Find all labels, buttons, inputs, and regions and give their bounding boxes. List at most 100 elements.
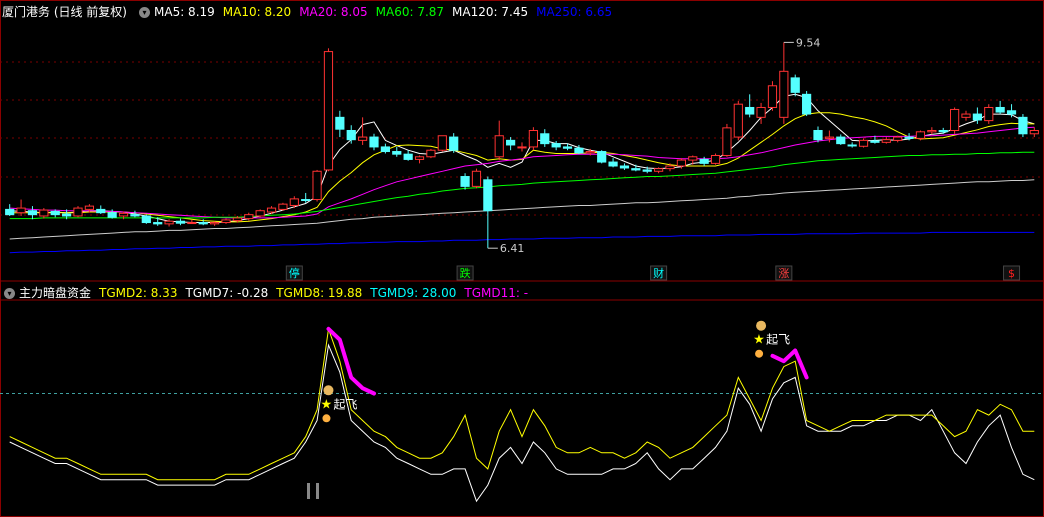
tgmd8-label: TGMD8: 19.88 [276, 286, 363, 300]
ma120-label: MA120: 7.45 [452, 5, 529, 19]
candle-body-up [517, 146, 527, 149]
candle-body-down [813, 129, 823, 141]
signal-label: 起飞 [333, 397, 357, 411]
candle-body-up [266, 207, 277, 213]
candle-body-down [790, 77, 800, 93]
star-icon: ★ [753, 333, 765, 348]
candle-body-down [369, 136, 379, 148]
candle-body-down [619, 165, 630, 169]
money-bag-icon [323, 385, 334, 396]
candle-body-up [221, 219, 231, 224]
candle-body-down [904, 136, 914, 139]
candle-body-down [346, 129, 356, 141]
event-marker-label: 财 [653, 266, 664, 280]
candle-body-up [893, 136, 903, 141]
candle-body-up [232, 217, 242, 222]
candle-body-down [938, 129, 948, 133]
event-marker-label: 停 [289, 266, 300, 280]
candle-body-up [187, 222, 197, 225]
candle-body-up [722, 127, 732, 156]
ma60-label: MA60: 7.87 [375, 5, 445, 19]
candle-body-up [244, 214, 254, 220]
candle-body-down [574, 147, 584, 154]
candle-body-up [437, 135, 447, 151]
candle-body-up [767, 85, 778, 108]
candle-body-down [175, 220, 186, 224]
candle-body-up [665, 165, 675, 170]
candle-body-down [403, 153, 413, 160]
candle-body-down [631, 168, 641, 171]
candle-body-up [494, 135, 504, 158]
candle-body-up [915, 131, 926, 139]
stock-chart: 9.546.41停跌财涨 $★ 起飞★ 起飞 [0, 0, 1044, 517]
ma-line-ma10 [9, 112, 1035, 223]
candle-body-up [961, 113, 971, 118]
tgmd7-label: TGMD7: -0.28 [185, 286, 269, 300]
candle-body-up [927, 129, 937, 133]
candle-body-down [540, 133, 550, 145]
candle-body-up [779, 70, 789, 118]
candle-body-down [460, 176, 470, 187]
candle-body-up [654, 168, 664, 172]
candle-body-up [323, 51, 334, 171]
chart-border [0, 0, 1044, 517]
candle-body-down [597, 151, 607, 163]
candle-body-down [642, 169, 652, 172]
candle-body-down [107, 212, 117, 218]
candle-body-down [5, 208, 15, 216]
candle-body-down [392, 151, 402, 155]
indicator-title[interactable]: 主力暗盘资金 [19, 284, 91, 302]
candle-body-up [1029, 129, 1039, 135]
candle-body-up [39, 209, 49, 217]
candle-body-down [153, 222, 163, 225]
stock-title[interactable]: 厦门港务 (日线 前复权) [2, 3, 127, 21]
candle-body-up [255, 210, 265, 217]
candle-body-up [688, 156, 698, 161]
candle-body-down [551, 143, 561, 148]
pause-bar-icon [316, 483, 319, 499]
candle-body-down [802, 93, 812, 115]
candle-body-up [984, 106, 994, 122]
price-annotation-label: 9.54 [796, 36, 821, 49]
candle-body-up [289, 198, 299, 206]
candle-body-down [62, 213, 72, 217]
candle-body-down [198, 222, 208, 225]
candle-body-up [528, 129, 538, 148]
indicator-settings-icon[interactable]: ▾ [4, 287, 15, 299]
candle-body-down [972, 113, 982, 121]
settings-icon[interactable]: ▾ [139, 6, 150, 18]
ma5-label: MA5: 8.19 [154, 5, 215, 19]
candle-body-down [301, 199, 311, 202]
ma-line-ma20 [9, 126, 1035, 219]
candle-body-up [426, 149, 436, 158]
candle-body-down [847, 144, 857, 147]
candle-body-up [312, 170, 322, 201]
candle-body-down [50, 210, 60, 216]
price-annotation-label: 6.41 [500, 242, 525, 255]
ma-line-ma120 [9, 179, 1035, 240]
money-bag-icon [756, 320, 767, 331]
candle-body-up [210, 222, 220, 225]
pointer-hand-icon [322, 414, 331, 423]
candle-body-down [96, 208, 106, 214]
candle-body-down [1006, 110, 1017, 115]
candle-body-up [756, 106, 766, 118]
candle-body-up [471, 170, 482, 187]
candle-body-up [84, 205, 94, 210]
candle-body-up [414, 156, 425, 160]
candle-body-down [449, 136, 459, 151]
candle-body-down [995, 106, 1005, 113]
candle-body-up [164, 220, 174, 225]
candle-body-up [733, 103, 743, 138]
candle-body-down [380, 146, 390, 153]
candle-body-down [141, 215, 151, 224]
candle-body-up [278, 203, 288, 210]
candle-body-up [710, 154, 721, 164]
candle-body-down [1018, 116, 1028, 135]
candle-body-down [562, 146, 573, 149]
candle-body-down [27, 210, 38, 216]
main-chart-header: 厦门港务 (日线 前复权) ▾ MA5: 8.19 MA10: 8.20 MA2… [0, 3, 620, 21]
candle-body-up [676, 159, 686, 167]
candle-body-up [585, 151, 595, 154]
candle-body-up [950, 108, 960, 131]
